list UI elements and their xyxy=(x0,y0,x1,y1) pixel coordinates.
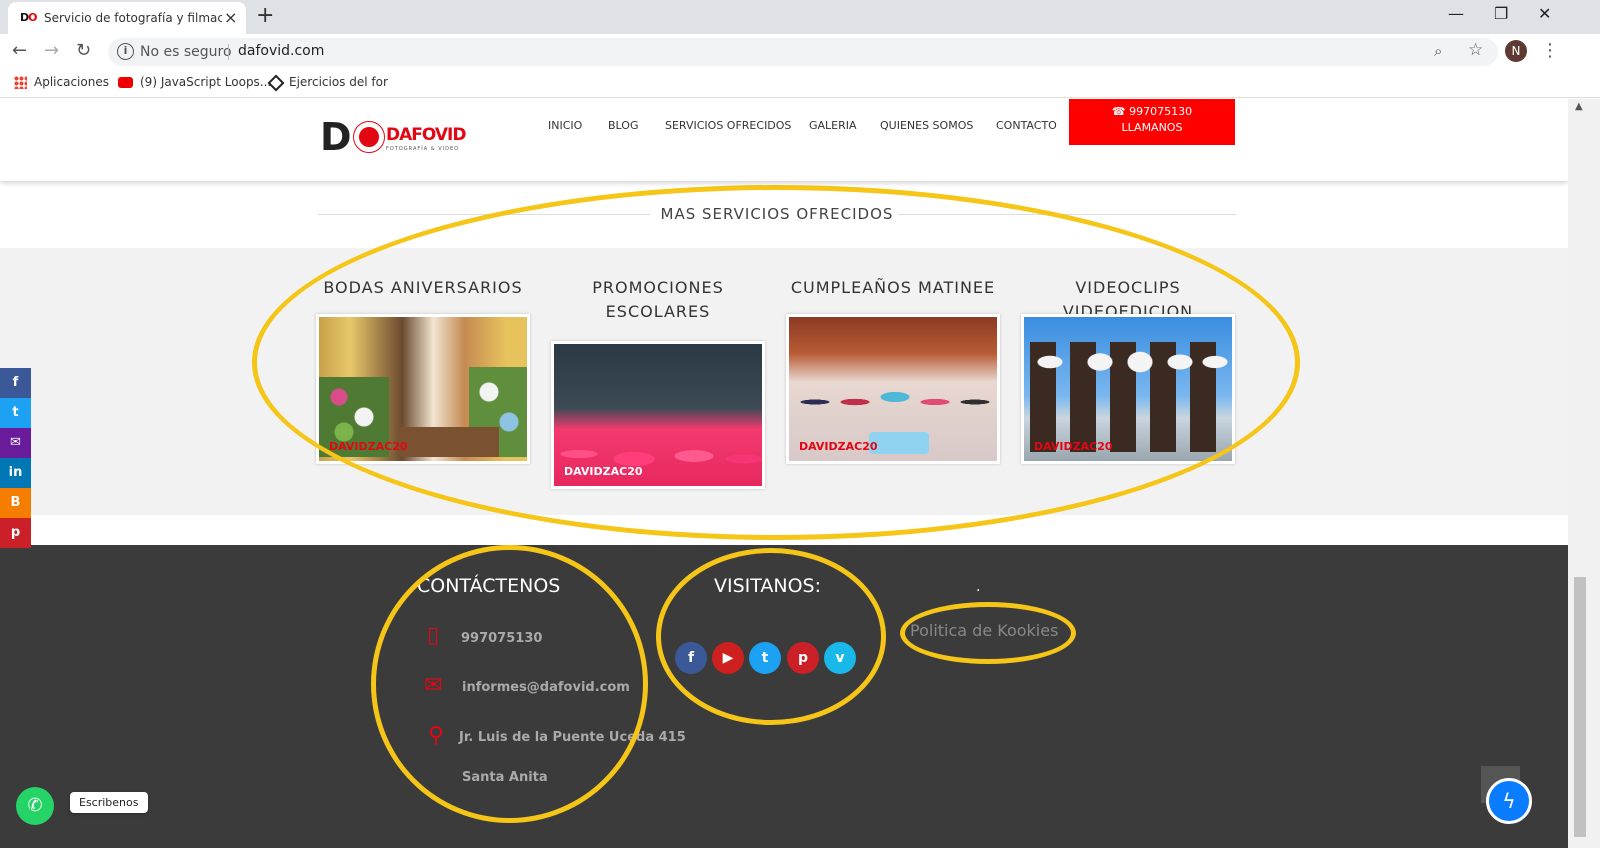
security-status: No es seguro xyxy=(140,44,232,60)
cta-phone: 997075130 xyxy=(1129,105,1193,118)
phone-icon: ▯ xyxy=(427,623,440,648)
musicians xyxy=(1030,342,1230,452)
site-header: D DAFOVID FOTOGRAFÍA & VIDEO INICIO BLOG… xyxy=(0,99,1568,181)
address-bar[interactable]: i No es seguro dafovid.com ⌕ ☆ xyxy=(108,38,1498,66)
bookmark-label: Ejercicios del for xyxy=(289,75,388,89)
service-photo-promociones[interactable]: DAVIDZAC20 xyxy=(551,341,765,489)
service-card-cumpleanos[interactable]: CUMPLEAÑOS MATINEE xyxy=(786,276,1000,300)
visit-title: VISITANOS: xyxy=(714,575,822,597)
service-card-bodas[interactable]: BODAS ANIVERSARIOS xyxy=(316,276,530,300)
share-linkedin-icon[interactable]: in xyxy=(0,458,31,488)
info-icon[interactable]: i xyxy=(117,43,134,60)
apps-grid-icon xyxy=(14,76,27,89)
web-page: D DAFOVID FOTOGRAFÍA & VIDEO INICIO BLOG… xyxy=(0,99,1568,848)
bookmarks-bar: Aplicaciones (9) JavaScript Loops... Eje… xyxy=(0,70,1600,98)
minimize-icon[interactable]: — xyxy=(1448,4,1464,23)
contact-email[interactable]: informes@dafovid.com xyxy=(462,680,630,695)
twitter-icon[interactable]: t xyxy=(749,642,781,674)
share-blogger-icon[interactable]: B xyxy=(0,488,31,518)
bookmark-star-icon[interactable]: ☆ xyxy=(1468,40,1483,60)
cake xyxy=(869,432,929,454)
tab-close-icon[interactable]: × xyxy=(224,8,237,27)
page-scrollbar[interactable]: ▲ xyxy=(1568,99,1600,848)
search-icon[interactable]: ⌕ xyxy=(1434,42,1442,60)
vimeo-icon[interactable]: v xyxy=(824,642,856,674)
service-title: BODAS ANIVERSARIOS xyxy=(323,278,523,297)
call-button[interactable]: ☎ 997075130 LLAMANOS xyxy=(1069,99,1235,145)
browser-tab[interactable]: DO Servicio de fotografía y filmación × xyxy=(8,2,246,34)
nav-quienes-somos[interactable]: QUIENES SOMOS xyxy=(880,119,973,132)
service-photo-cumpleanos[interactable]: DAVIDZAC20 xyxy=(786,314,1000,464)
section-title: MAS SERVICIOS OFRECIDOS xyxy=(660,205,894,223)
pinterest-icon[interactable]: p xyxy=(787,642,819,674)
messenger-icon[interactable]: ϟ xyxy=(1486,778,1532,824)
site-favicon-icon: DO xyxy=(20,11,38,24)
photo-watermark: DAVIDZAC20 xyxy=(329,440,408,453)
nav-inicio[interactable]: INICIO xyxy=(548,119,582,132)
menu-icon[interactable]: ⋮ xyxy=(1541,40,1559,61)
dafovid-logo[interactable]: D DAFOVID FOTOGRAFÍA & VIDEO xyxy=(320,115,466,159)
bookmark-apps[interactable]: Aplicaciones xyxy=(14,75,109,89)
nav-galeria[interactable]: GALERIA xyxy=(809,119,857,132)
nav-servicios[interactable]: SERVICIOS OFRECIDOS xyxy=(665,119,791,132)
service-title: CUMPLEAÑOS MATINEE xyxy=(790,278,996,297)
bookmark-label: Aplicaciones xyxy=(34,75,109,89)
whatsapp-tooltip[interactable]: Escribenos xyxy=(70,792,148,813)
photo-watermark: DAVIDZAC20 xyxy=(799,440,878,453)
divider xyxy=(228,44,229,60)
whatsapp-icon[interactable]: ✆ xyxy=(16,787,54,825)
photo-watermark: DAVIDZAC20 xyxy=(1034,440,1113,453)
nav-blog[interactable]: BLOG xyxy=(608,119,638,132)
back-icon[interactable]: ← xyxy=(12,40,27,61)
scroll-up-icon[interactable]: ▲ xyxy=(1575,101,1583,112)
window-close-icon[interactable]: ✕ xyxy=(1538,4,1551,23)
cookie-policy-link[interactable]: Politica de Kookies xyxy=(910,621,1058,640)
forward-icon[interactable]: → xyxy=(44,40,59,61)
bookmark-codepen[interactable]: Ejercicios del for xyxy=(267,74,388,91)
codepen-icon xyxy=(267,74,285,91)
nav-contacto[interactable]: CONTACTO xyxy=(996,119,1057,132)
photo-watermark: DAVIDZAC20 xyxy=(564,465,643,478)
cta-label: LLAMANOS xyxy=(1121,121,1183,134)
services-section: BODAS ANIVERSARIOS DAVIDZAC20 PROMOCIONE… xyxy=(0,248,1568,515)
people xyxy=(795,372,991,432)
scroll-thumb[interactable] xyxy=(1574,577,1586,837)
tab-title: Servicio de fotografía y filmación xyxy=(44,11,222,25)
footer-dot: . xyxy=(976,579,981,595)
share-facebook-icon[interactable]: f xyxy=(0,368,31,398)
service-photo-bodas[interactable]: DAVIDZAC20 xyxy=(316,314,530,464)
service-photo-videoclips[interactable]: DAVIDZAC20 xyxy=(1021,314,1235,464)
youtube-icon xyxy=(118,77,133,88)
share-email-icon[interactable]: ✉ xyxy=(0,428,31,458)
share-twitter-icon[interactable]: t xyxy=(0,398,31,428)
logo-name: DAFOVID xyxy=(386,125,466,145)
profile-avatar[interactable]: N xyxy=(1505,40,1527,62)
logo-mark: D xyxy=(320,115,351,159)
service-card-promociones[interactable]: PROMOCIONES ESCOLARES xyxy=(551,276,765,324)
site-footer: CONTÁCTENOS ▯ 997075130 ✉ informes@dafov… xyxy=(0,545,1568,848)
contact-address: Jr. Luis de la Puente Uceda 415 xyxy=(459,730,686,745)
table xyxy=(399,427,499,457)
phone-icon: ☎ xyxy=(1111,105,1126,118)
location-pin-icon: ⚲ xyxy=(428,723,445,748)
logo-lens-icon xyxy=(353,121,385,153)
logo-tagline: FOTOGRAFÍA & VIDEO xyxy=(386,146,460,152)
email-icon: ✉ xyxy=(424,673,443,698)
contact-title: CONTÁCTENOS xyxy=(417,575,561,597)
restore-icon[interactable]: ❐ xyxy=(1494,4,1508,23)
share-pinterest-icon[interactable]: p xyxy=(0,518,31,548)
section-header: MAS SERVICIOS OFRECIDOS xyxy=(318,199,1236,229)
bookmark-youtube[interactable]: (9) JavaScript Loops... xyxy=(118,75,271,89)
new-tab-icon[interactable]: + xyxy=(256,3,274,28)
browser-tab-bar: DO Servicio de fotografía y filmación × … xyxy=(0,0,1600,34)
service-title: PROMOCIONES ESCOLARES xyxy=(592,278,724,321)
browser-toolbar: ← → ↻ i No es seguro dafovid.com ⌕ ☆ N ⋮ xyxy=(0,34,1600,70)
facebook-icon[interactable]: f xyxy=(675,642,707,674)
reload-icon[interactable]: ↻ xyxy=(76,40,91,61)
url-text[interactable]: dafovid.com xyxy=(238,43,324,59)
contact-district: Santa Anita xyxy=(462,770,548,785)
contact-phone[interactable]: 997075130 xyxy=(461,631,542,646)
youtube-icon[interactable]: ▶ xyxy=(712,642,744,674)
bookmark-label: (9) JavaScript Loops... xyxy=(140,75,272,89)
